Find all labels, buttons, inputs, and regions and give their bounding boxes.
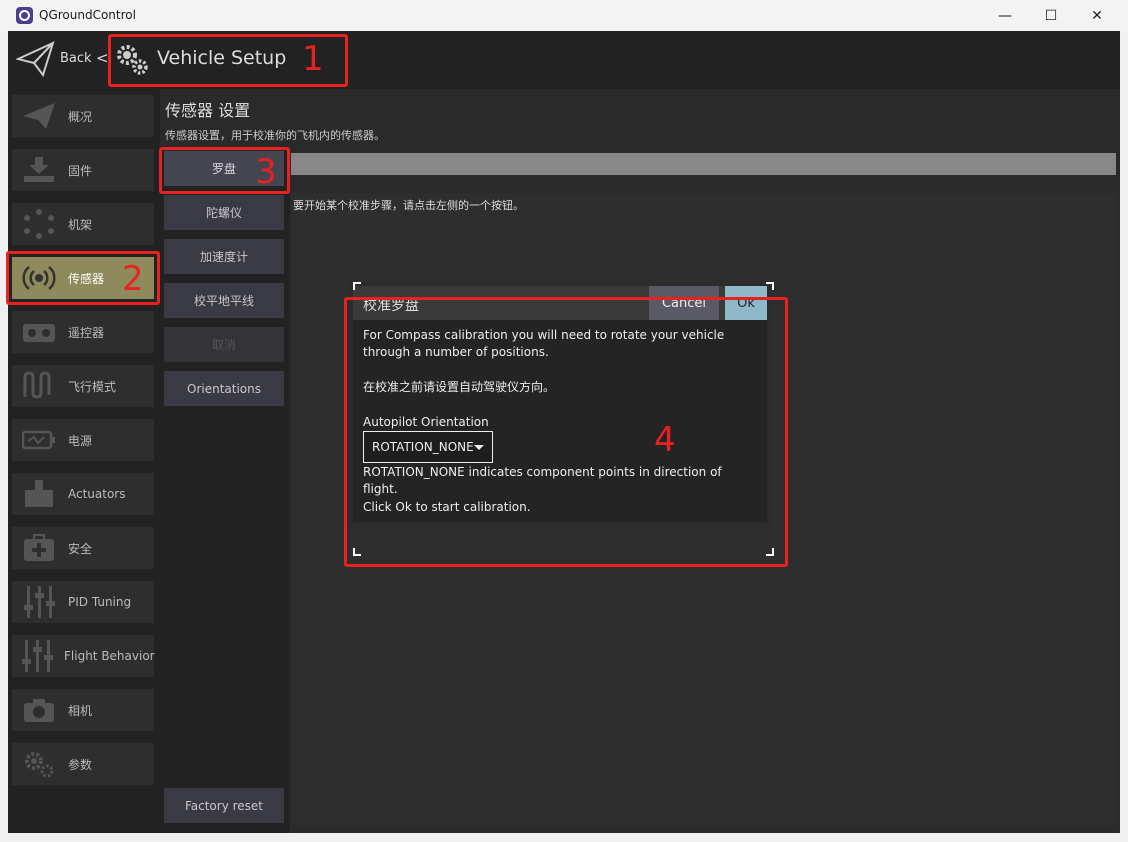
sidebar-item-label: 概况 xyxy=(68,109,93,124)
actuators-icon xyxy=(20,478,58,510)
sliders-icon xyxy=(20,640,54,672)
back-chevron-icon: < xyxy=(96,49,109,67)
sidebar-item-summary[interactable]: 概况 xyxy=(12,95,154,137)
level-horizon-button[interactable]: 校平地平线 xyxy=(164,283,284,318)
paper-plane-icon[interactable] xyxy=(16,39,56,79)
annotation-number-2: 2 xyxy=(122,259,144,299)
sidebar-item-label: 安全 xyxy=(68,541,93,556)
setup-sidebar: 概况 固件 机架 传感器 遥控器 飞行模式 电源 Actuators 安全 PI… xyxy=(8,89,160,833)
back-button[interactable]: Back xyxy=(60,51,92,66)
sidebar-item-label: 参数 xyxy=(68,757,93,772)
gyroscope-button[interactable]: 陀螺仪 xyxy=(164,195,284,230)
airframe-icon xyxy=(20,208,58,240)
sidebar-item-camera[interactable]: 相机 xyxy=(12,689,154,731)
sensors-title: 传感器 设置 xyxy=(165,101,251,120)
sidebar-item-label: 固件 xyxy=(68,163,93,178)
annotation-box-4 xyxy=(344,297,788,567)
sidebar-item-label: PID Tuning xyxy=(68,595,132,609)
calibration-progress-bar xyxy=(291,153,1116,175)
minimize-button[interactable]: — xyxy=(982,0,1028,31)
annotation-number-4: 4 xyxy=(654,420,676,460)
battery-icon xyxy=(20,424,58,456)
gears-icon xyxy=(20,748,58,780)
sidebar-item-radio[interactable]: 遥控器 xyxy=(12,311,154,353)
orientations-button[interactable]: Orientations xyxy=(164,371,284,406)
calibration-hint: 要开始某个校准步骤，请点击左侧的一个按钮。 xyxy=(293,199,524,212)
accelerometer-button[interactable]: 加速度计 xyxy=(164,239,284,274)
sidebar-item-label: Actuators xyxy=(68,487,126,501)
sidebar-item-label: 机架 xyxy=(68,217,93,232)
flight-modes-icon xyxy=(20,370,58,402)
sensors-description: 传感器设置，用于校准你的飞机内的传感器。 xyxy=(165,129,385,142)
sidebar-item-actuators[interactable]: Actuators xyxy=(12,473,154,515)
sidebar-item-flight-modes[interactable]: 飞行模式 xyxy=(12,365,154,407)
sidebar-item-parameters[interactable]: 参数 xyxy=(12,743,154,785)
qgc-logo-icon xyxy=(16,7,33,24)
sidebar-item-label: 遥控器 xyxy=(68,325,105,340)
sidebar-item-airframe[interactable]: 机架 xyxy=(12,203,154,245)
annotation-number-3: 3 xyxy=(255,152,277,192)
sidebar-item-label: 飞行模式 xyxy=(68,379,117,394)
camera-icon xyxy=(20,694,58,726)
sensor-button-column: 罗盘 陀螺仪 加速度计 校平地平线 取消 Orientations Factor… xyxy=(160,151,290,833)
sidebar-item-safety[interactable]: 安全 xyxy=(12,527,154,569)
cancel-calibration-button: 取消 xyxy=(164,327,284,362)
sidebar-item-label: Flight Behavior xyxy=(64,649,155,663)
window-title: QGroundControl xyxy=(39,8,136,22)
close-button[interactable]: ✕ xyxy=(1074,0,1120,31)
sidebar-item-pid-tuning[interactable]: PID Tuning xyxy=(12,581,154,623)
factory-reset-button[interactable]: Factory reset xyxy=(164,788,284,823)
firmware-download-icon xyxy=(20,154,58,186)
resize-corner-icon xyxy=(353,282,361,290)
qgc-window: QGroundControl — ☐ ✕ Back < Vehicle Setu… xyxy=(0,0,1128,842)
resize-corner-icon xyxy=(766,282,774,290)
annotation-number-1: 1 xyxy=(302,39,324,79)
sidebar-item-firmware[interactable]: 固件 xyxy=(12,149,154,191)
sidebar-item-label: 相机 xyxy=(68,703,93,718)
sidebar-item-power[interactable]: 电源 xyxy=(12,419,154,461)
sidebar-item-label: 电源 xyxy=(68,433,93,448)
safety-icon xyxy=(20,532,58,564)
sliders-icon xyxy=(20,586,58,618)
title-bar: QGroundControl — ☐ ✕ xyxy=(0,0,1128,31)
sidebar-item-flight-behavior[interactable]: Flight Behavior xyxy=(12,635,155,677)
plane-icon xyxy=(20,100,58,132)
maximize-button[interactable]: ☐ xyxy=(1028,0,1074,31)
radio-icon xyxy=(20,316,58,348)
